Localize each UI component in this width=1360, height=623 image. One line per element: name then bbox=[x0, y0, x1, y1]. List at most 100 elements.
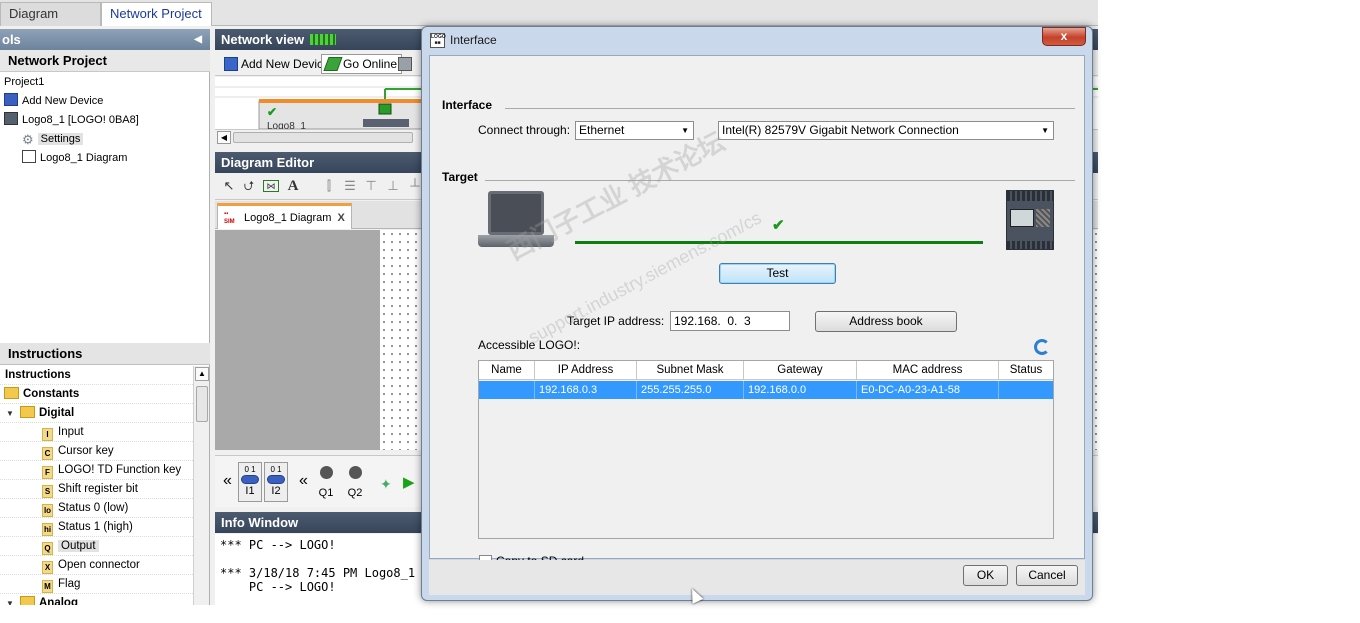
mode-tabs: Diagram Mode Network Project bbox=[0, 0, 1098, 43]
instructions-header: Instructions bbox=[0, 343, 210, 365]
instructions-scrollbar[interactable]: ▲ bbox=[193, 366, 209, 605]
table-header: Name IP Address Subnet Mask Gateway MAC … bbox=[479, 361, 1053, 380]
input-i2[interactable]: 0 1 I2 bbox=[264, 462, 288, 502]
close-button[interactable]: x bbox=[1042, 27, 1086, 46]
select-tool-icon[interactable]: ↖ bbox=[221, 178, 237, 194]
tree-item-label: Project1 bbox=[4, 76, 45, 88]
align-left-icon[interactable]: ⫿ bbox=[321, 178, 337, 194]
target-ip-label: Target IP address: bbox=[567, 314, 665, 328]
address-book-button[interactable]: Address book bbox=[815, 311, 957, 332]
scroll-up-icon[interactable]: ▲ bbox=[195, 367, 209, 381]
switch-icon bbox=[241, 475, 259, 484]
expand-down-icon[interactable]: ▼ bbox=[0, 404, 20, 423]
instr-digital[interactable]: ▼ Digital bbox=[0, 404, 193, 423]
add-new-device-button[interactable]: Add New Device bbox=[219, 54, 335, 74]
close-tab-icon[interactable]: X bbox=[337, 212, 344, 224]
collapse-left-icon[interactable]: ◀ bbox=[194, 29, 202, 50]
column-header-gateway[interactable]: Gateway bbox=[744, 361, 857, 380]
tree-item-label: Add New Device bbox=[22, 95, 104, 107]
accessible-devices-table[interactable]: Name IP Address Subnet Mask Gateway MAC … bbox=[478, 360, 1054, 539]
column-header-name[interactable]: Name bbox=[479, 361, 535, 380]
ok-button[interactable]: OK bbox=[963, 565, 1008, 586]
sim-nav-left-icon[interactable]: « bbox=[223, 472, 232, 490]
instr-badge-icon: hi bbox=[42, 523, 53, 536]
list-item-label: LOGO! TD Function key bbox=[58, 464, 182, 476]
sim-nav-left-icon[interactable]: « bbox=[299, 472, 308, 490]
tree-item-diagram[interactable]: Logo8_1 Diagram bbox=[22, 149, 127, 168]
input-i1[interactable]: 0 1 I1 bbox=[238, 462, 262, 502]
logo-device-icon bbox=[4, 112, 18, 125]
instr-badge-icon: S bbox=[42, 485, 53, 498]
connect-through-select[interactable]: Ethernet ▼ bbox=[575, 121, 694, 140]
column-header-mac[interactable]: MAC address bbox=[857, 361, 999, 380]
i1-bits: 0 1 bbox=[244, 465, 256, 474]
column-header-status[interactable]: Status bbox=[999, 361, 1053, 380]
cancel-button[interactable]: Cancel bbox=[1016, 565, 1078, 586]
play-icon[interactable]: ▶ bbox=[403, 473, 415, 491]
network-project-header: Network Project bbox=[0, 50, 210, 72]
align-center-icon[interactable]: ☰ bbox=[342, 178, 358, 194]
test-button[interactable]: Test bbox=[719, 263, 836, 284]
hscroll-thumb[interactable] bbox=[233, 132, 413, 143]
list-item[interactable]: hi Status 1 (high) bbox=[0, 518, 193, 537]
table-row[interactable]: 192.168.0.3 255.255.255.0 192.168.0.0 E0… bbox=[479, 381, 1053, 399]
tree-item-settings[interactable]: ⚙ Settings bbox=[22, 130, 84, 149]
refresh-icon[interactable] bbox=[1034, 339, 1050, 355]
list-item[interactable]: M Flag bbox=[0, 575, 193, 594]
list-item[interactable]: Q Output bbox=[0, 537, 193, 556]
add-device-icon bbox=[4, 93, 18, 106]
column-header-ip[interactable]: IP Address bbox=[535, 361, 637, 380]
list-item[interactable]: F LOGO! TD Function key bbox=[0, 461, 193, 480]
scroll-left-icon[interactable]: ◀ bbox=[217, 131, 231, 144]
tab-diagram-mode[interactable]: Diagram Mode bbox=[0, 2, 101, 43]
accessible-logo-label: Accessible LOGO!: bbox=[478, 338, 581, 352]
target-group-line bbox=[485, 180, 1075, 181]
output-q2: Q2 bbox=[347, 466, 363, 502]
instr-analog[interactable]: ▼ Analog bbox=[0, 594, 193, 605]
network-view-title-text: Network view bbox=[221, 32, 305, 47]
target-ip-input[interactable]: 192.168. 0. 3 bbox=[670, 311, 790, 331]
list-item[interactable]: S Shift register bit bbox=[0, 480, 193, 499]
tab-logo8-diagram[interactable]: ▪▪ SIM Logo8_1 Diagram X bbox=[217, 203, 352, 229]
align-top-icon[interactable]: ⊤ bbox=[363, 178, 379, 194]
list-item-label: Status 0 (low) bbox=[58, 502, 129, 514]
instr-root[interactable]: Instructions bbox=[0, 366, 193, 385]
interface-group-line bbox=[505, 108, 1075, 109]
scroll-thumb[interactable] bbox=[196, 386, 208, 422]
lamp-icon bbox=[348, 466, 362, 479]
i1-label: I1 bbox=[245, 485, 255, 497]
instr-badge-icon: M bbox=[42, 580, 53, 593]
connection-ok-icon: ✔ bbox=[772, 217, 785, 234]
folder-icon bbox=[20, 406, 35, 418]
network-adapter-select[interactable]: Intel(R) 82579V Gigabit Network Connecti… bbox=[718, 121, 1054, 140]
text-tool-icon[interactable]: A bbox=[285, 178, 301, 194]
list-item[interactable]: lo Status 0 (low) bbox=[0, 499, 193, 518]
disconnect-button[interactable] bbox=[393, 54, 420, 74]
instr-constants[interactable]: Constants bbox=[0, 385, 193, 404]
instr-badge-icon: I bbox=[42, 428, 53, 441]
list-item[interactable]: I Input bbox=[0, 423, 193, 442]
list-item[interactable]: X Open connector bbox=[0, 556, 193, 575]
sim-network-icon[interactable]: ✦ bbox=[380, 476, 392, 493]
tree-item-project[interactable]: Project1 bbox=[4, 73, 44, 92]
folder-icon bbox=[20, 596, 35, 605]
tree-item-logo-device[interactable]: Logo8_1 [LOGO! 0BA8] bbox=[4, 111, 139, 130]
expand-down-icon[interactable]: ▼ bbox=[0, 594, 20, 605]
instr-badge-icon: lo bbox=[42, 504, 53, 517]
list-item-label: Status 1 (high) bbox=[58, 521, 133, 533]
target-group-title: Target bbox=[442, 170, 478, 184]
dialog-titlebar[interactable]: LOGO ■■ Interface bbox=[422, 27, 1092, 53]
tree-item-add-new-device[interactable]: Add New Device bbox=[4, 92, 103, 111]
list-item[interactable]: C Cursor key bbox=[0, 442, 193, 461]
instr-constants-label: Constants bbox=[23, 388, 80, 400]
network-adapter-value: Intel(R) 82579V Gigabit Network Connecti… bbox=[722, 123, 959, 137]
block-tool-icon[interactable]: ⋈ bbox=[263, 180, 279, 192]
cell-status bbox=[999, 381, 1053, 399]
column-header-mask[interactable]: Subnet Mask bbox=[637, 361, 744, 380]
connect-tool-icon[interactable]: ⮍ bbox=[241, 178, 257, 194]
go-online-label: Go Online bbox=[343, 57, 398, 71]
logo-app-icon: LOGO ■■ bbox=[430, 33, 446, 48]
align-middle-icon[interactable]: ⊥ bbox=[385, 178, 401, 194]
tab-network-project[interactable]: Network Project bbox=[101, 2, 212, 26]
go-online-button[interactable]: Go Online bbox=[321, 54, 403, 74]
